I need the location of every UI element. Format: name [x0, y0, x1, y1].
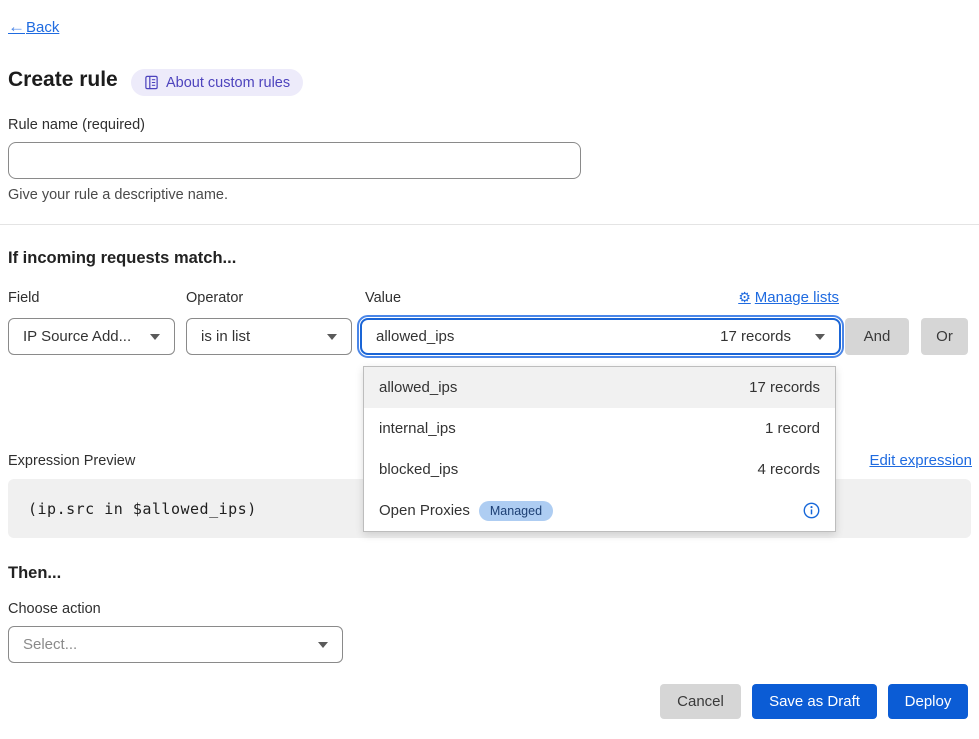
field-select-value: IP Source Add...: [23, 328, 131, 345]
value-select[interactable]: allowed_ips 17 records: [360, 318, 841, 355]
action-select-placeholder: Select...: [23, 636, 77, 653]
list-option-count: 17 records: [749, 379, 820, 396]
list-option-count: 1 record: [765, 420, 820, 437]
deploy-button[interactable]: Deploy: [888, 684, 968, 719]
choose-action-label: Choose action: [8, 601, 101, 617]
rule-name-label: Rule name (required): [8, 117, 145, 133]
back-arrow-icon: ←: [8, 17, 25, 36]
list-option-name: internal_ips: [379, 420, 456, 437]
save-as-draft-button[interactable]: Save as Draft: [752, 684, 877, 719]
back-link[interactable]: ←Back: [8, 17, 59, 37]
list-option-name: blocked_ips: [379, 461, 458, 478]
list-option-allowed-ips[interactable]: allowed_ips 17 records: [364, 367, 835, 408]
list-option-internal-ips[interactable]: internal_ips 1 record: [364, 408, 835, 449]
operator-select-value: is in list: [201, 328, 250, 345]
value-select-count: 17 records: [720, 328, 815, 345]
field-select[interactable]: IP Source Add...: [8, 318, 175, 355]
info-icon[interactable]: [803, 502, 820, 519]
about-custom-rules-label: About custom rules: [166, 75, 290, 91]
manage-lists-link[interactable]: ⚙Manage lists: [738, 289, 839, 306]
rule-name-helper: Give your rule a descriptive name.: [8, 187, 228, 203]
list-option-name: Open Proxies: [379, 502, 470, 519]
edit-expression-link[interactable]: Edit expression: [869, 452, 972, 469]
list-option-count: 4 records: [757, 461, 820, 478]
action-select[interactable]: Select...: [8, 626, 343, 663]
chevron-down-icon: [318, 642, 328, 648]
match-section-heading: If incoming requests match...: [8, 249, 236, 268]
expression-code: (ip.src in $allowed_ips): [28, 500, 257, 518]
about-custom-rules-link[interactable]: About custom rules: [131, 69, 303, 96]
book-icon: [144, 75, 159, 90]
list-option-name: allowed_ips: [379, 379, 457, 396]
list-option-open-proxies[interactable]: Open Proxies Managed: [364, 490, 835, 531]
manage-lists-label: Manage lists: [755, 289, 839, 306]
page-title: Create rule: [8, 68, 118, 92]
expression-preview-label: Expression Preview: [8, 453, 135, 469]
list-option-blocked-ips[interactable]: blocked_ips 4 records: [364, 449, 835, 490]
operator-label: Operator: [186, 290, 243, 306]
create-rule-page: ←Back Create rule About custom rules Rul…: [0, 0, 979, 739]
chevron-down-icon: [150, 334, 160, 340]
or-button[interactable]: Or: [921, 318, 968, 355]
chevron-down-icon: [327, 334, 337, 340]
and-button[interactable]: And: [845, 318, 909, 355]
operator-select[interactable]: is in list: [186, 318, 352, 355]
cancel-button[interactable]: Cancel: [660, 684, 741, 719]
value-select-name: allowed_ips: [376, 328, 454, 345]
gear-icon: ⚙: [738, 289, 751, 305]
value-label: Value: [365, 290, 401, 306]
chevron-down-icon: [815, 334, 825, 340]
then-section-heading: Then...: [8, 564, 61, 583]
field-label: Field: [8, 290, 39, 306]
list-dropdown-panel: allowed_ips 17 records internal_ips 1 re…: [363, 366, 836, 532]
back-label: Back: [26, 19, 59, 36]
section-divider: [0, 224, 979, 225]
rule-name-input[interactable]: [8, 142, 581, 179]
managed-badge: Managed: [479, 501, 553, 521]
